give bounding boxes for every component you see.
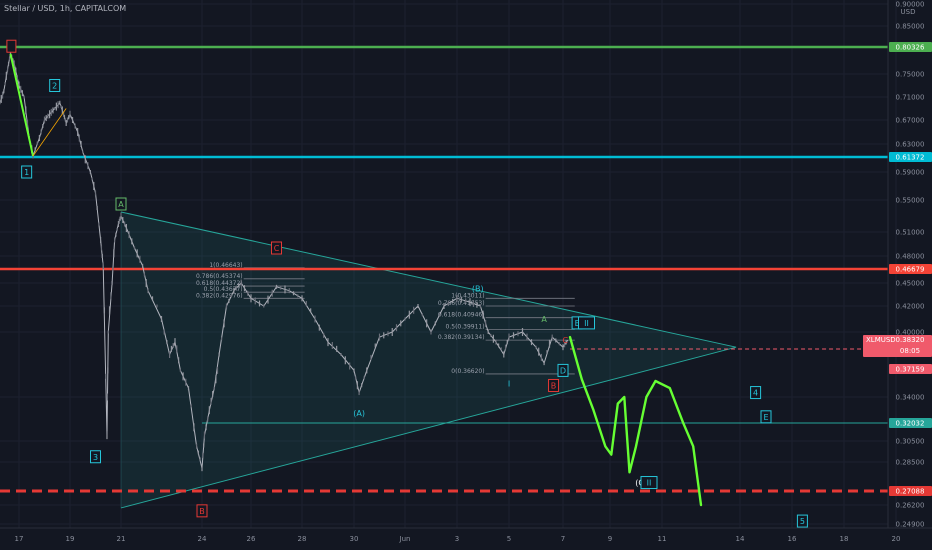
fib-level-label: 0(0.36620) xyxy=(451,368,484,375)
fib-level-label: 0.382(0.42976) xyxy=(196,292,243,299)
marker-price-value: 0.37159 xyxy=(896,366,925,374)
wave-label: 5 xyxy=(800,517,805,526)
price-level-value: 0.61372 xyxy=(896,154,925,162)
x-tick-label: 24 xyxy=(198,535,207,543)
wave-label: E xyxy=(763,413,768,422)
current-price-value: 0.38320 xyxy=(896,336,925,344)
current-symbol: XLMUSD xyxy=(866,336,896,344)
x-tick-label: 28 xyxy=(298,535,307,543)
y-tick-label: 0.67000 xyxy=(896,117,925,125)
y-tick-label: 0.75000 xyxy=(896,71,925,79)
price-level-value: 0.27088 xyxy=(896,488,925,496)
x-tick-label: 16 xyxy=(788,535,797,543)
symbol-header[interactable]: Stellar / USD, 1h, CAPITALCOM xyxy=(4,4,126,13)
y-tick-label: 0.30500 xyxy=(896,438,925,446)
y-tick-label: 0.45000 xyxy=(896,280,925,288)
y-tick-label: 0.24900 xyxy=(896,521,925,529)
fib-level-label: 0.382(0.39134) xyxy=(438,334,485,341)
x-tick-label: 19 xyxy=(66,535,75,543)
x-tick-label: Jun xyxy=(399,535,411,543)
wave-label-box xyxy=(6,39,17,53)
price-level-value: 0.32032 xyxy=(896,420,925,428)
price-chart[interactable]: 1(0.46643)0.786(0.45374)0.618(0.44372)0.… xyxy=(0,0,932,550)
x-tick-label: 20 xyxy=(892,535,901,543)
fib-level-label: 0.5(0.39911) xyxy=(446,323,485,330)
wave-label: 2 xyxy=(52,82,57,91)
wave-label: C xyxy=(563,336,569,345)
wave-label: II xyxy=(647,479,652,488)
x-tick-label: 18 xyxy=(840,535,849,543)
wave-label: I xyxy=(508,380,510,389)
x-tick-label: 30 xyxy=(350,535,359,543)
x-tick-label: 3 xyxy=(455,535,459,543)
y-tick-label: 0.55000 xyxy=(896,197,925,205)
price-level-value: 0.46679 xyxy=(896,266,925,274)
currency-label: USD xyxy=(901,8,916,16)
wave-label: B xyxy=(199,507,205,516)
x-tick-label: 17 xyxy=(15,535,24,543)
y-tick-label: 0.28500 xyxy=(896,459,925,467)
x-tick-label: 7 xyxy=(561,535,565,543)
wave-label: (B) xyxy=(472,284,484,293)
x-tick-label: 21 xyxy=(117,535,126,543)
price-level-value: 0.80326 xyxy=(896,44,925,52)
x-tick-label: 9 xyxy=(608,535,612,543)
wave-label: B xyxy=(551,381,557,390)
wave-label: 1 xyxy=(24,168,29,177)
fib-level-label: 0.786(0.45374) xyxy=(196,273,243,280)
wave-label: (A) xyxy=(353,409,365,418)
fib-level-label: 0.618(0.40946) xyxy=(438,312,485,319)
y-tick-label: 0.34000 xyxy=(896,394,925,402)
wave-label: A xyxy=(541,315,547,324)
wave-label: 3 xyxy=(93,453,98,462)
x-tick-label: 11 xyxy=(658,535,667,543)
wave-label: C xyxy=(274,244,280,253)
y-tick-label: 0.26200 xyxy=(896,502,925,510)
y-tick-label: 0.59000 xyxy=(896,169,925,177)
y-tick-label: 0.63000 xyxy=(896,141,925,149)
y-tick-label: 0.85000 xyxy=(896,23,925,31)
y-tick-label: 0.51000 xyxy=(896,229,925,237)
x-tick-label: 26 xyxy=(247,535,256,543)
chart-area[interactable]: 1(0.46643) 0.786(0.45374) 0.618(0.44372) 0.… xyxy=(0,0,932,550)
countdown: 08:05 xyxy=(900,347,920,355)
y-tick-label: 0.42000 xyxy=(896,303,925,311)
wave-label: D xyxy=(560,366,566,375)
y-tick-label: 0.71000 xyxy=(896,94,925,102)
wave-label: A xyxy=(118,200,124,209)
y-tick-label: 0.48000 xyxy=(896,253,925,261)
x-tick-label: 5 xyxy=(507,535,511,543)
wave-label: II xyxy=(584,319,589,328)
x-tick-label: 14 xyxy=(736,535,745,543)
wave-label: 4 xyxy=(753,389,758,398)
